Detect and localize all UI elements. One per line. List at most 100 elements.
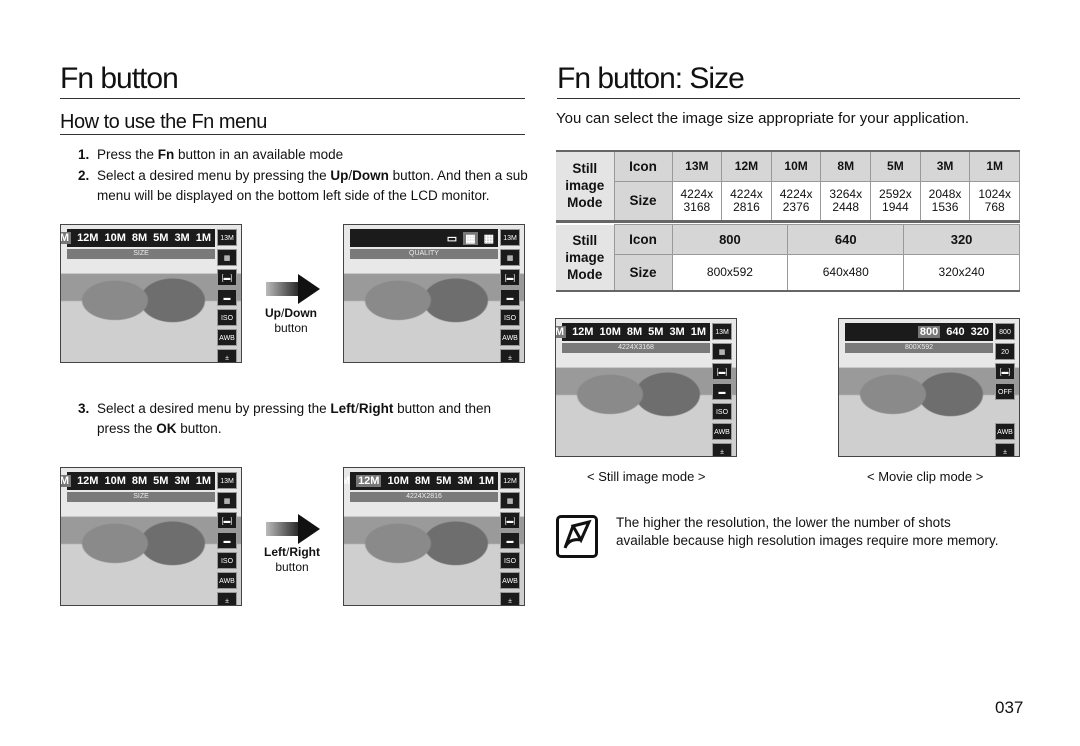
lcd-menu-item: 1M — [478, 475, 494, 487]
lcd-screen-movie: 800 640 320 800X592 800 20 [▬] OFF AWB ± — [838, 318, 1020, 457]
lcd-side-icons: 800 20 [▬] OFF AWB ± — [995, 323, 1015, 456]
lcd-side-icon: OFF — [995, 383, 1015, 400]
lcd-side-icon — [995, 403, 1015, 420]
lcd-side-icon: 13M — [217, 229, 237, 246]
arrow-right-icon — [266, 514, 320, 544]
leftright-label: Left/Right button — [264, 545, 320, 574]
lcd-menu-item: 13M — [556, 326, 567, 338]
lcd-menu-item: 8M — [626, 326, 643, 338]
icon-3m: 3M — [919, 150, 971, 182]
page-title-right: Fn button: Size — [557, 62, 1020, 99]
caption-still: < Still image mode > — [587, 469, 706, 484]
size-cell: 4224x 3168 — [671, 180, 723, 222]
size-cell: 3264x 2448 — [820, 180, 872, 222]
lcd-menu-bar: 800 640 320 — [845, 323, 993, 341]
size-cell: 4224x 2376 — [770, 180, 822, 222]
lcd-label: SIZE — [67, 492, 215, 502]
page-title-left: Fn button — [60, 62, 525, 99]
mode-label: Still image Mode — [556, 151, 614, 221]
lcd-screen-still: 13M12M10M8M5M3M1M4224X316813M▦[▬]▬ISOAWB… — [555, 318, 737, 457]
icon-13m: 13M — [671, 150, 723, 182]
lcd-menu-item: 13M — [61, 475, 72, 487]
lcd-side-icon: 12M — [500, 472, 520, 489]
lcd-menu-item: 12M — [77, 475, 99, 487]
lcd-side-icon: AWB — [712, 423, 732, 440]
lcd-side-icon: ± — [217, 592, 237, 605]
lcd-side-icon: ▬ — [217, 289, 237, 306]
lcd-side-icon: 13M — [712, 323, 732, 340]
caption-movie: < Movie clip mode > — [867, 469, 984, 484]
lcd-menu-item: ▦ — [463, 231, 478, 245]
lcd-menu-item: 1M — [195, 232, 211, 244]
icon-1m: 1M — [969, 150, 1020, 182]
lcd-side-icon: ▦ — [500, 249, 520, 266]
intro-text: You can select the image size appropriat… — [556, 110, 970, 127]
lcd-menu-item: 5M — [436, 475, 452, 487]
step-3: 3. Select a desired menu by pressing the … — [78, 399, 508, 439]
lcd-side-icon: AWB — [995, 423, 1015, 440]
lcd-menu-item: ▦ — [483, 232, 494, 245]
lcd-side-icon: ▦ — [500, 492, 520, 509]
size-cell: 2592x 1944 — [870, 180, 921, 222]
lcd-side-icon: [▬] — [217, 512, 237, 529]
lcd-menu-item: 8M — [414, 475, 431, 487]
icon-320: 320 — [903, 224, 1020, 255]
step-text: Select a desired menu by pressing the Up… — [97, 168, 528, 203]
movie-size-table: Still image Mode Icon 800 640 320 Size 800x59… — [556, 224, 1020, 292]
icon-10m: 10M — [770, 150, 822, 182]
lcd-menu-item: 12M — [356, 475, 382, 487]
step-2: 2. Select a desired menu by pressing the … — [78, 166, 528, 206]
lcd-side-icon: [▬] — [500, 269, 520, 286]
lcd-screen: 13M12M10M8M5M3M1MSIZE13M▦[▬]▬ISOAWB± — [60, 224, 242, 363]
lcd-side-icon: ISO — [217, 309, 237, 326]
lcd-menu-item: 13M — [61, 232, 72, 244]
icon-640: 640 — [787, 224, 905, 255]
lcd-menu-item: 5M — [153, 232, 169, 244]
lcd-side-icon: ▦ — [217, 249, 237, 266]
lcd-screen: ▭ ▦ ▦ QUALITY 13M ▦ [▬] ▬ ISO AWB ± — [343, 224, 525, 363]
lcd-menu-bar: 13M 12M 10M 8M 5M 3M 1M — [344, 472, 498, 490]
lcd-menu-bar: 13M 12M 10M 8M 5M 3M 1M — [61, 472, 215, 490]
lcd-menu-item: 320 — [970, 326, 989, 338]
note-text: The higher the resolution, the lower the… — [616, 515, 999, 548]
lcd-menu-item: ▭ — [446, 232, 458, 245]
lcd-menu-item: 10M — [387, 475, 409, 487]
lcd-menu-item: 3M — [174, 475, 190, 487]
lcd-side-icons: 12M ▦ [▬] ▬ ISO AWB ± — [500, 472, 520, 605]
lcd-menu-item: 800 — [917, 326, 941, 338]
lcd-menu-bar: 13M 12M 10M 8M 5M 3M 1M — [61, 229, 215, 247]
lcd-side-icon: [▬] — [712, 363, 732, 380]
lcd-menu-item: 640 — [946, 326, 965, 338]
lcd-menu-item: 1M — [195, 475, 211, 487]
lcd-side-icon: AWB — [500, 572, 520, 589]
size-cell: 2048x 1536 — [919, 180, 971, 222]
step-text: Press the Fn button in an available mode — [97, 147, 344, 162]
updown-label: Up/Down button — [264, 306, 317, 335]
lcd-side-icon: 13M — [217, 472, 237, 489]
lcd-side-icon: AWB — [217, 572, 237, 589]
lcd-side-icons: 13M ▦ [▬] ▬ ISO AWB ± — [712, 323, 732, 456]
lcd-side-icon: AWB — [500, 329, 520, 346]
lcd-menu-item: 1M — [690, 326, 706, 338]
lcd-side-icon: ± — [217, 349, 237, 362]
lcd-side-icon: [▬] — [995, 363, 1015, 380]
lcd-side-icon: [▬] — [500, 512, 520, 529]
lcd-menu-item: 13M — [344, 475, 350, 487]
size-cell: 1024x 768 — [969, 180, 1020, 222]
lcd-menu-item: 3M — [457, 475, 473, 487]
page-number: 037 — [995, 698, 1024, 717]
lcd-menu-item: 5M — [153, 475, 169, 487]
lcd-menu-item: 5M — [648, 326, 664, 338]
lcd-side-icon: ▦ — [712, 343, 732, 360]
lcd-side-icon: ISO — [500, 552, 520, 569]
lcd-side-icon: ± — [500, 349, 520, 362]
icon-12m: 12M — [721, 150, 772, 182]
lcd-label: 4224X2816 — [350, 492, 498, 502]
lcd-side-icon: ISO — [217, 552, 237, 569]
lcd-label: 800X592 — [845, 343, 993, 353]
lcd-menu-item: 3M — [669, 326, 685, 338]
lcd-menu-bar: 13M 12M 10M 8M 5M 3M 1M — [556, 323, 710, 341]
still-size-table: Still image Mode Icon 13M 12M 10M 8M 5M 3M 1M Si… — [556, 150, 1020, 223]
lcd-screen: 13M12M10M8M5M3M1M4224X281612M▦[▬]▬ISOAWB… — [343, 467, 525, 606]
lcd-menu-item: 10M — [104, 232, 126, 244]
